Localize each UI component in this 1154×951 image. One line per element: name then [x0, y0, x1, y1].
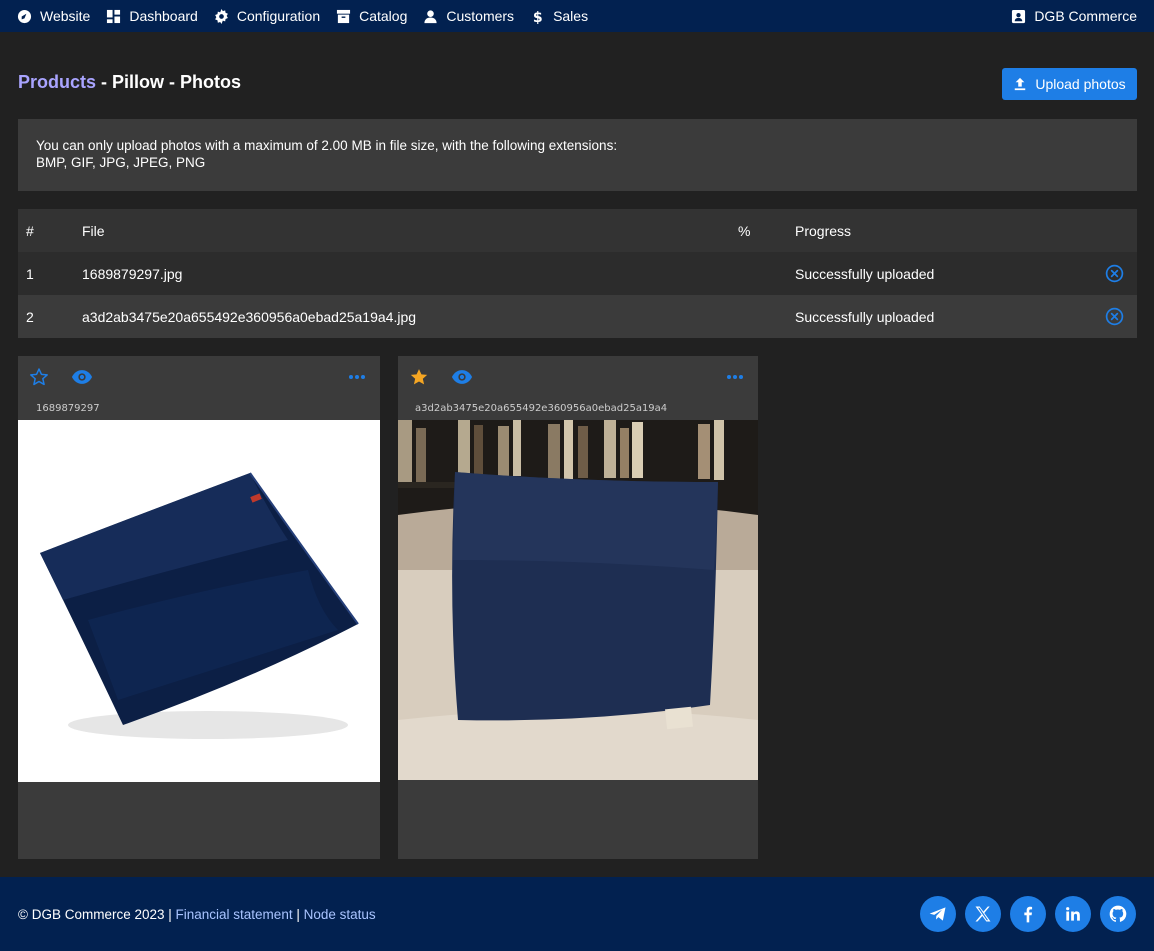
nav-label: Dashboard — [129, 8, 198, 24]
column-header-percent: % — [738, 222, 751, 239]
footer-separator: | — [164, 906, 176, 922]
copyright: © DGB Commerce 2023 — [18, 906, 165, 922]
nav-catalog[interactable]: Catalog — [327, 0, 414, 32]
nav-website[interactable]: Website — [0, 0, 97, 32]
row-progress-status: Successfully uploaded — [795, 308, 935, 325]
photo-card: a3d2ab3475e20a655492e360956a0ebad25a19a4 — [398, 356, 758, 859]
nav-customers[interactable]: Customers — [414, 0, 521, 32]
x-link[interactable] — [965, 896, 1001, 932]
column-header-progress: Progress — [795, 222, 852, 239]
footer-separator: | — [292, 906, 304, 922]
contact-card-icon — [1012, 9, 1026, 23]
table-header: # File % Progress — [18, 209, 1137, 252]
info-extensions: BMP, GIF, JPG, JPEG, PNG — [36, 155, 206, 170]
photo-filename: a3d2ab3475e20a655492e360956a0ebad25a19a4 — [415, 403, 668, 414]
set-main-photo-button[interactable] — [408, 366, 430, 388]
upload-icon — [1015, 77, 1026, 91]
column-header-file: File — [82, 222, 105, 239]
upload-info-box: You can only upload photos with a maximu… — [18, 119, 1137, 191]
top-navbar: Website Dashboard Configuration Catalog … — [0, 0, 1154, 32]
more-horizontal-icon — [349, 375, 365, 379]
user-icon — [424, 9, 437, 23]
financial-statement-link[interactable]: Financial statement — [176, 907, 293, 922]
globe-icon — [17, 9, 32, 23]
row-number: 2 — [26, 308, 34, 325]
more-horizontal-icon — [727, 375, 743, 379]
nav-configuration[interactable]: Configuration — [205, 0, 327, 32]
social-links — [911, 896, 1136, 932]
column-header-number: # — [26, 222, 34, 239]
nav-label: DGB Commerce — [1034, 8, 1137, 24]
pillow-photo — [398, 420, 758, 780]
photo-filename: 1689879297 — [36, 403, 100, 414]
telegram-link[interactable] — [920, 896, 956, 932]
x-icon — [975, 906, 991, 922]
table-row: 1 1689879297.jpg Successfully uploaded — [18, 252, 1137, 295]
upload-table: # File % Progress 1 1689879297.jpg Succe… — [18, 209, 1137, 338]
star-filled-icon — [410, 369, 428, 385]
nav-label: Customers — [446, 8, 515, 24]
nav-label: Catalog — [359, 8, 408, 24]
row-number: 1 — [26, 265, 34, 282]
linkedin-icon — [1066, 907, 1080, 921]
archive-icon — [337, 9, 351, 23]
dollar-icon: $ — [533, 10, 543, 24]
eye-icon — [451, 370, 473, 384]
remove-circle-icon[interactable] — [1105, 307, 1124, 326]
photo-card: 1689879297 — [18, 356, 380, 859]
view-photo-button[interactable] — [451, 366, 473, 388]
view-photo-button[interactable] — [71, 366, 93, 388]
more-options-button[interactable] — [346, 366, 368, 388]
breadcrumb-separator: - — [96, 72, 113, 92]
eye-icon — [71, 370, 93, 384]
page-title: Products - Pillow - Photos — [18, 72, 241, 93]
set-main-photo-button[interactable] — [28, 366, 50, 388]
svg-text:$: $ — [533, 10, 543, 24]
github-link[interactable] — [1100, 896, 1136, 932]
gear-icon — [214, 8, 228, 24]
pillow-photo — [18, 420, 380, 782]
breadcrumb-products[interactable]: Products — [18, 72, 96, 92]
facebook-link[interactable] — [1010, 896, 1046, 932]
row-filename: 1689879297.jpg — [82, 265, 183, 282]
footer-text: © DGB Commerce 2023 | Financial statemen… — [18, 907, 376, 922]
nav-dashboard[interactable]: Dashboard — [97, 0, 205, 32]
telegram-icon — [929, 907, 946, 921]
nav-sales[interactable]: $ Sales — [521, 0, 595, 32]
row-progress-status: Successfully uploaded — [795, 265, 935, 282]
nav-label: Website — [40, 8, 91, 24]
nav-account[interactable]: DGB Commerce — [1002, 0, 1154, 32]
breadcrumb-separator: - — [164, 72, 181, 92]
table-row: 2 a3d2ab3475e20a655492e360956a0ebad25a19… — [18, 295, 1137, 338]
node-status-link[interactable]: Node status — [304, 907, 376, 922]
dashboard-icon — [107, 9, 121, 23]
footer: © DGB Commerce 2023 | Financial statemen… — [0, 877, 1154, 951]
breadcrumb-photos: Photos — [180, 72, 242, 92]
facebook-icon — [1024, 906, 1033, 923]
breadcrumb-product: Pillow — [112, 72, 165, 92]
linkedin-link[interactable] — [1055, 896, 1091, 932]
upload-photos-label: Upload photos — [1035, 76, 1126, 92]
more-options-button[interactable] — [724, 366, 746, 388]
remove-circle-icon[interactable] — [1105, 264, 1124, 283]
info-line: You can only upload photos with a maximu… — [36, 138, 618, 153]
row-filename: a3d2ab3475e20a655492e360956a0ebad25a19a4… — [82, 308, 417, 325]
nav-label: Configuration — [236, 8, 321, 24]
upload-photos-button[interactable]: Upload photos — [1002, 68, 1137, 100]
star-outline-icon — [30, 368, 48, 386]
github-icon — [1109, 905, 1127, 922]
nav-label: Sales — [553, 8, 589, 24]
